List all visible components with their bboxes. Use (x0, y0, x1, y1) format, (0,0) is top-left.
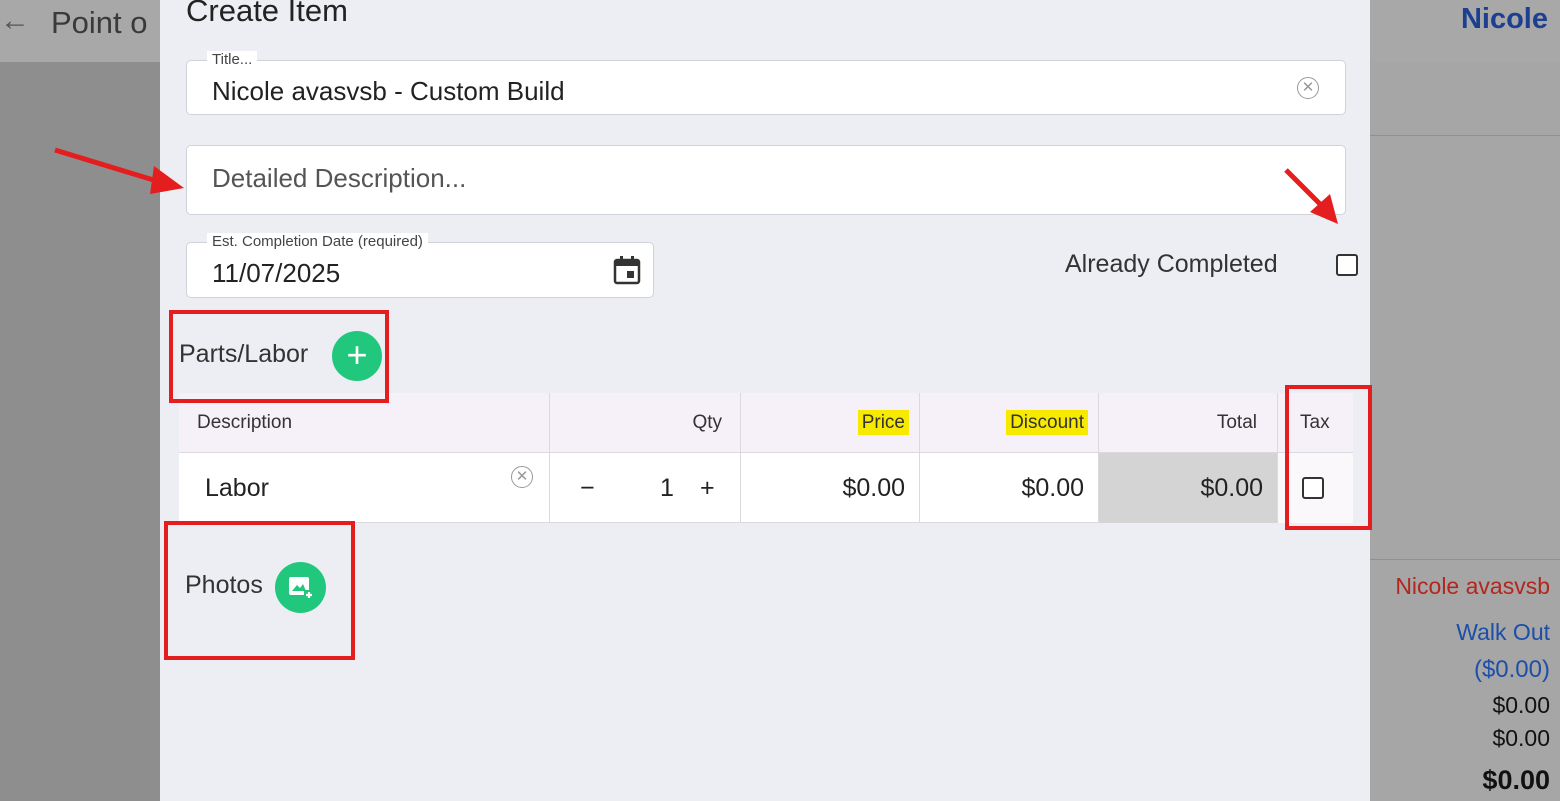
discount-input[interactable]: $0.00 (920, 453, 1099, 523)
walk-out-label[interactable]: Walk Out (1456, 619, 1550, 646)
annotation-box-tax (1285, 385, 1372, 530)
app-title: Point o (51, 5, 148, 40)
date-field-label: Est. Completion Date (required) (207, 233, 428, 251)
price-input[interactable]: $0.00 (741, 453, 920, 523)
col-price: Price (741, 393, 920, 453)
description-field[interactable]: Detailed Description... (186, 145, 1346, 215)
summary-value: $0.00 (1492, 725, 1550, 751)
already-completed-label: Already Completed (1065, 250, 1278, 278)
annotation-arrow-description (54, 147, 184, 194)
summary-panel (1370, 62, 1560, 801)
qty-value[interactable]: 1 (660, 453, 674, 523)
title-field[interactable]: Title... Nicole avasvsb - Custom Build ✕ (186, 51, 1346, 115)
modal-title: Create Item (186, 0, 348, 28)
already-completed-checkbox[interactable] (1336, 254, 1358, 276)
annotation-box-parts (169, 310, 389, 403)
summary-total: $0.00 (1482, 765, 1550, 795)
table-row: Labor ✕ − 1 + $0.00 $0.00 $0.00 (179, 453, 1353, 523)
clear-icon[interactable]: ✕ (1297, 77, 1319, 99)
col-total: Total (1099, 393, 1278, 453)
title-field-label: Title... (207, 51, 258, 69)
calendar-icon[interactable] (613, 255, 641, 285)
title-field-value[interactable]: Nicole avasvsb - Custom Build (212, 76, 565, 107)
minus-icon[interactable]: − (580, 453, 595, 523)
row-total: $0.00 (1099, 453, 1278, 523)
summary-value: $0.00 (1492, 692, 1550, 718)
divider (1370, 135, 1560, 136)
clear-icon[interactable]: ✕ (511, 466, 533, 488)
customer-name: Nicole avasvsb (1395, 573, 1550, 599)
col-qty: Qty (550, 393, 741, 453)
walk-out-amount: ($0.00) (1473, 656, 1550, 683)
description-placeholder: Detailed Description... (212, 163, 467, 193)
col-discount: Discount (920, 393, 1099, 453)
divider (1370, 559, 1560, 560)
row-description[interactable]: Labor ✕ (179, 453, 550, 523)
quantity-stepper[interactable]: − 1 + (550, 453, 741, 523)
user-name[interactable]: Nicole (1461, 3, 1548, 36)
completion-date-field[interactable]: Est. Completion Date (required) 11/07/20… (186, 233, 654, 298)
annotation-arrow-completed (1284, 168, 1338, 224)
back-icon[interactable]: ← (0, 4, 30, 38)
plus-icon[interactable]: + (700, 453, 715, 523)
annotation-box-photos (164, 521, 355, 660)
date-field-value[interactable]: 11/07/2025 (212, 258, 340, 289)
